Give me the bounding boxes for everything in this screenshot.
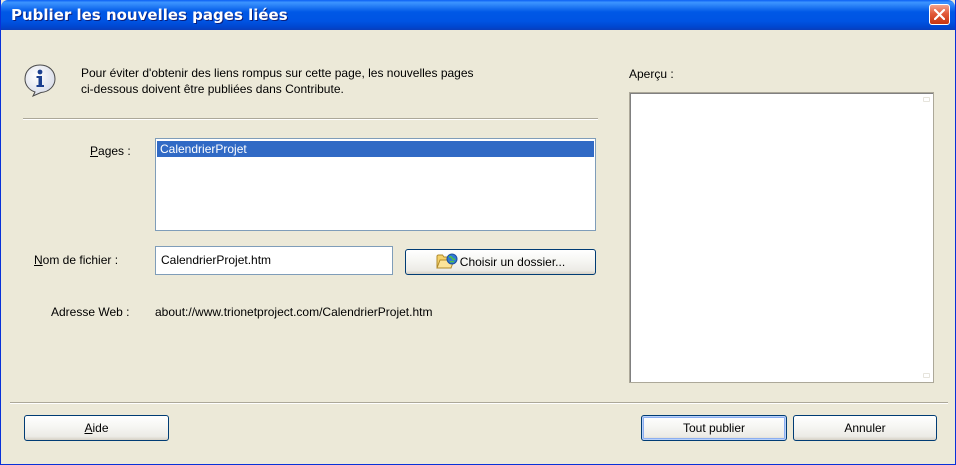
choose-folder-label: Choisir un dossier...	[459, 255, 566, 269]
info-message: Pour éviter d'obtenir des liens rompus s…	[81, 65, 474, 97]
scroll-up-arrow[interactable]	[923, 97, 930, 102]
cancel-button[interactable]: Annuler	[793, 415, 937, 441]
info-message-line-2: ci-dessous doivent être publiées dans Co…	[81, 82, 344, 96]
filename-input[interactable]: CalendrierProjet.htm	[155, 246, 393, 275]
preview-pane	[629, 92, 934, 383]
pages-label-accelerator: P	[90, 144, 99, 158]
pages-listbox[interactable]: CalendrierProjet	[155, 138, 596, 231]
pages-label-text: ages :	[98, 144, 131, 158]
info-message-line-1: Pour éviter d'obtenir des liens rompus s…	[81, 66, 474, 80]
web-address-label: Adresse Web :	[51, 305, 130, 319]
info-icon	[24, 64, 56, 97]
filename-label-accelerator: N	[34, 253, 43, 267]
separator	[23, 118, 598, 120]
preview-label: Aperçu :	[629, 67, 674, 81]
scroll-down-arrow[interactable]	[923, 373, 930, 378]
filename-label: Nom de fichier :	[34, 253, 118, 267]
title-bar[interactable]: Publier les nouvelles pages liées	[1, 0, 955, 30]
preview-scrollbar[interactable]	[922, 97, 930, 378]
filename-label-text: om de fichier :	[42, 253, 119, 267]
help-button-label: ide	[92, 421, 109, 435]
help-button-accelerator: A	[84, 421, 93, 435]
footer-separator	[10, 402, 948, 404]
publish-all-button[interactable]: Tout publier	[641, 415, 787, 441]
web-address-value: about://www.trionetproject.com/Calendrie…	[155, 305, 433, 319]
list-item[interactable]: CalendrierProjet	[157, 141, 594, 157]
window-title: Publier les nouvelles pages liées	[11, 6, 288, 24]
choose-folder-button[interactable]: Choisir un dossier...	[405, 249, 596, 275]
close-icon	[934, 9, 945, 20]
pages-label: Pages :	[90, 144, 131, 158]
dialog-window: Publier les nouvelles pages liées Pour é…	[0, 0, 956, 465]
close-button[interactable]	[929, 4, 950, 25]
folder-globe-icon	[436, 253, 458, 269]
help-button[interactable]: Aide	[24, 415, 169, 441]
